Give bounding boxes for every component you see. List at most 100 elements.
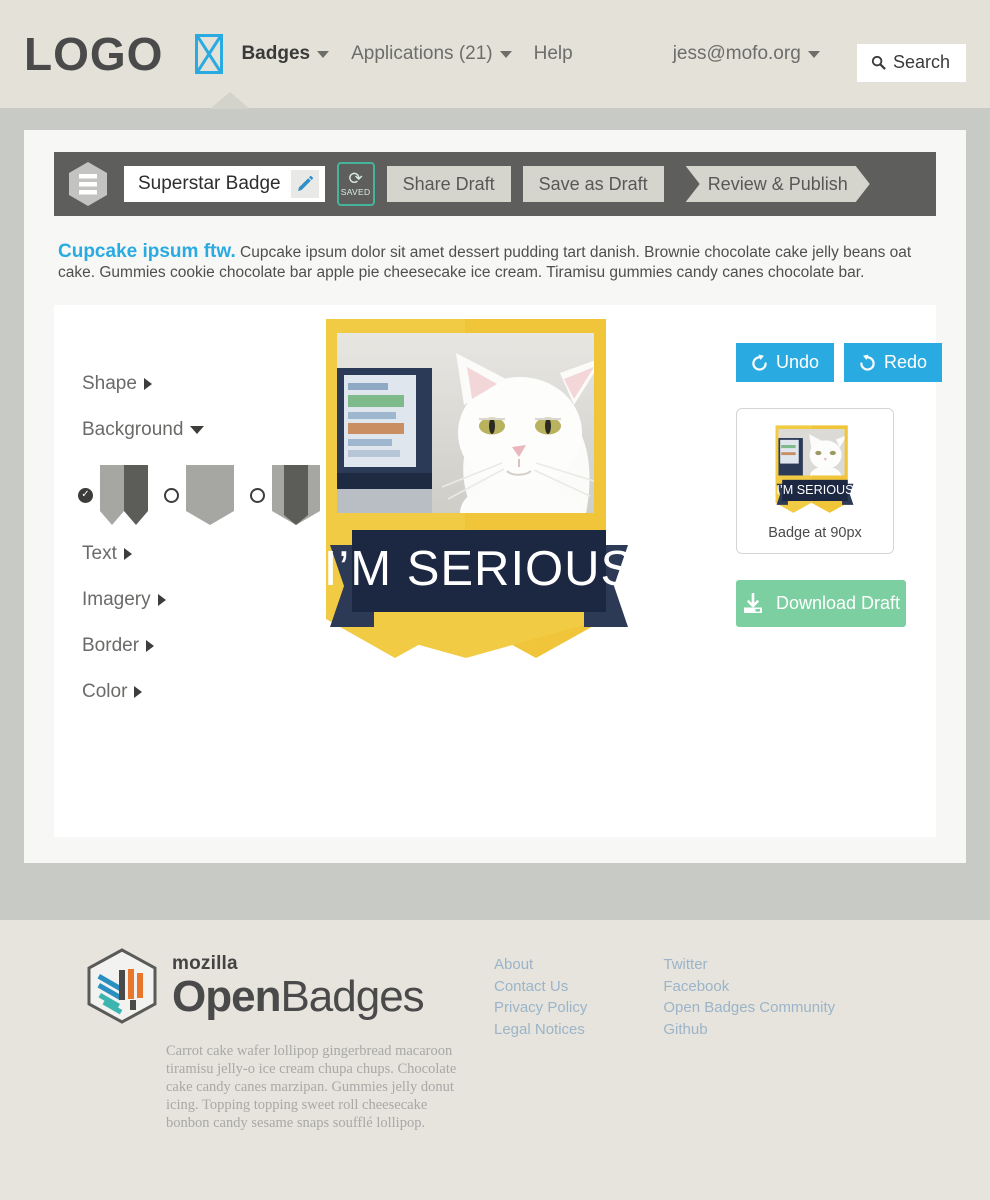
chevron-down-icon (499, 50, 512, 58)
saved-label: SAVED (340, 187, 371, 197)
sidebar-item-label: Text (82, 543, 117, 564)
chevron-right-icon (157, 594, 166, 606)
refresh-icon: ⟳ (348, 169, 363, 188)
sidebar-item-border[interactable]: Border (82, 635, 304, 657)
redo-button[interactable]: Redo (844, 343, 943, 382)
nav-links: Badges Applications (21) Help jess@mofo.… (241, 43, 841, 65)
footer-link[interactable]: Contact Us (494, 978, 587, 997)
nav-item-badges[interactable]: Badges (241, 43, 330, 65)
nav-item-label: Badges (241, 43, 311, 64)
chevron-right-icon (134, 686, 143, 698)
sidebar-item-label: Shape (82, 373, 137, 394)
page-frame: Superstar Badge ⟳ SAVED Share Draft Save… (0, 108, 990, 920)
footer-links-column-1: About Contact Us Privacy Policy Legal No… (494, 956, 587, 1132)
footer-links: About Contact Us Privacy Policy Legal No… (494, 948, 835, 1132)
radio-unselected[interactable] (164, 487, 179, 503)
background-option-1[interactable] (78, 465, 148, 525)
footer-wordmark: mozilla OpenBadges (172, 952, 425, 1021)
pencil-icon[interactable] (290, 170, 319, 198)
sidebar-item-shape[interactable]: Shape (82, 373, 304, 395)
sidebar-item-label: Border (82, 635, 140, 656)
search-button-label: Search (892, 52, 950, 72)
preview-size-label: Badge at 90px (768, 525, 862, 541)
footer-brand: mozilla OpenBadges Carrot cake wafer lol… (24, 948, 494, 1132)
footer-brand-light: Badges (280, 971, 424, 1021)
background-options (78, 465, 320, 525)
chevron-down-icon (317, 50, 330, 58)
radio-unselected[interactable] (250, 487, 265, 503)
undo-button[interactable]: Undo (736, 343, 835, 382)
badge-canvas: I’M SERIOUS (304, 305, 736, 837)
nav-item-applications[interactable]: Applications (21) (351, 43, 512, 65)
chevron-right-icon (123, 548, 132, 560)
sidebar-item-label: Imagery (82, 589, 151, 610)
nav-item-label: Help (533, 43, 573, 64)
page-footer: mozilla OpenBadges Carrot cake wafer lol… (0, 920, 990, 1132)
footer-link[interactable]: Privacy Policy (494, 999, 587, 1018)
description-lead: Cupcake ipsum ftw. (58, 241, 236, 262)
history-buttons: Undo Redo (736, 343, 943, 382)
sidebar-item-imagery[interactable]: Imagery (82, 589, 304, 611)
footer-blurb: Carrot cake wafer lollipop gingerbread m… (166, 1043, 457, 1131)
radio-selected[interactable] (78, 487, 93, 503)
review-publish-button[interactable]: Review & Publish (686, 166, 870, 202)
user-email-label: jess@mofo.org (672, 43, 801, 64)
editor-sidebar: Shape Background ✓ Text Imagery Border C… (54, 305, 320, 837)
badge-size-preview-card: I’M SERIOUS Badge at 90px (736, 408, 894, 554)
footer-logo: mozilla OpenBadges (86, 948, 494, 1024)
background-option-2[interactable] (164, 465, 234, 525)
footer-brand-small: mozilla (172, 952, 238, 974)
badge-preview[interactable]: I’M SERIOUS (324, 313, 634, 663)
ribbon-text: I’M SERIOUS (324, 542, 634, 596)
search-icon (871, 55, 886, 70)
redo-label: Redo (884, 352, 928, 372)
top-navigation: LOGO Badges Applications (21) Help jess@… (0, 0, 990, 109)
shield-split-shape[interactable] (100, 465, 148, 525)
undo-label: Undo (776, 352, 820, 372)
site-logo[interactable]: LOGO (24, 31, 163, 77)
open-badges-hex-logo (87, 948, 157, 1024)
nav-item-help[interactable]: Help (534, 43, 573, 65)
footer-link[interactable]: Legal Notices (494, 1021, 587, 1040)
sidebar-item-background[interactable]: Background (82, 419, 304, 441)
download-draft-button[interactable]: Download Draft (736, 580, 906, 627)
editor-right-rail: Undo Redo I’M SERIOUS Badge at 90px Down… (736, 305, 943, 837)
saved-status-badge[interactable]: ⟳ SAVED (336, 162, 375, 206)
badge-title-value: Superstar Badge (138, 173, 281, 194)
sidebar-item-text[interactable]: Text (82, 543, 304, 565)
editor-card: Superstar Badge ⟳ SAVED Share Draft Save… (24, 130, 966, 863)
footer-brand-bold: Open (172, 971, 281, 1021)
shield-flat-shape[interactable] (186, 465, 234, 525)
sidebar-item-label: Color (82, 681, 128, 702)
chevron-down-icon (807, 50, 820, 58)
redo-icon (860, 354, 875, 371)
svg-text:I’M SERIOUS: I’M SERIOUS (776, 483, 853, 497)
footer-link[interactable]: Open Badges Community (663, 999, 835, 1018)
hamburger-hex-icon[interactable] (68, 161, 108, 207)
footer-link[interactable]: Facebook (663, 978, 835, 997)
active-tab-notch (210, 92, 250, 109)
search-button[interactable]: Search (856, 44, 966, 82)
badge-editor-panel: Shape Background ✓ Text Imagery Border C… (54, 305, 943, 837)
chevron-right-icon (143, 378, 152, 390)
download-label: Download Draft (775, 593, 901, 613)
chevron-right-icon (146, 640, 155, 652)
sidebar-item-label: Background (82, 419, 184, 440)
badge-description: Cupcake ipsum ftw. Cupcake ipsum dolor s… (58, 242, 932, 283)
sidebar-item-color[interactable]: Color (82, 681, 304, 703)
nav-item-user-menu[interactable]: jess@mofo.org (673, 43, 820, 65)
download-icon (743, 593, 762, 613)
badge-thumbnail: I’M SERIOUS (775, 425, 854, 513)
footer-links-column-2: Twitter Facebook Open Badges Community G… (663, 956, 835, 1132)
editor-toolbar: Superstar Badge ⟳ SAVED Share Draft Save… (54, 152, 936, 216)
save-as-draft-button[interactable]: Save as Draft (522, 166, 664, 202)
footer-link[interactable]: About (494, 956, 587, 975)
image-placeholder-icon[interactable] (195, 34, 224, 74)
footer-brand-name: OpenBadges (172, 971, 425, 1021)
nav-item-label: Applications (21) (351, 43, 493, 64)
share-draft-button[interactable]: Share Draft (386, 166, 511, 202)
footer-link[interactable]: Github (663, 1021, 835, 1040)
badge-title-input[interactable]: Superstar Badge (124, 166, 325, 202)
undo-icon (752, 354, 767, 371)
footer-link[interactable]: Twitter (663, 956, 835, 975)
